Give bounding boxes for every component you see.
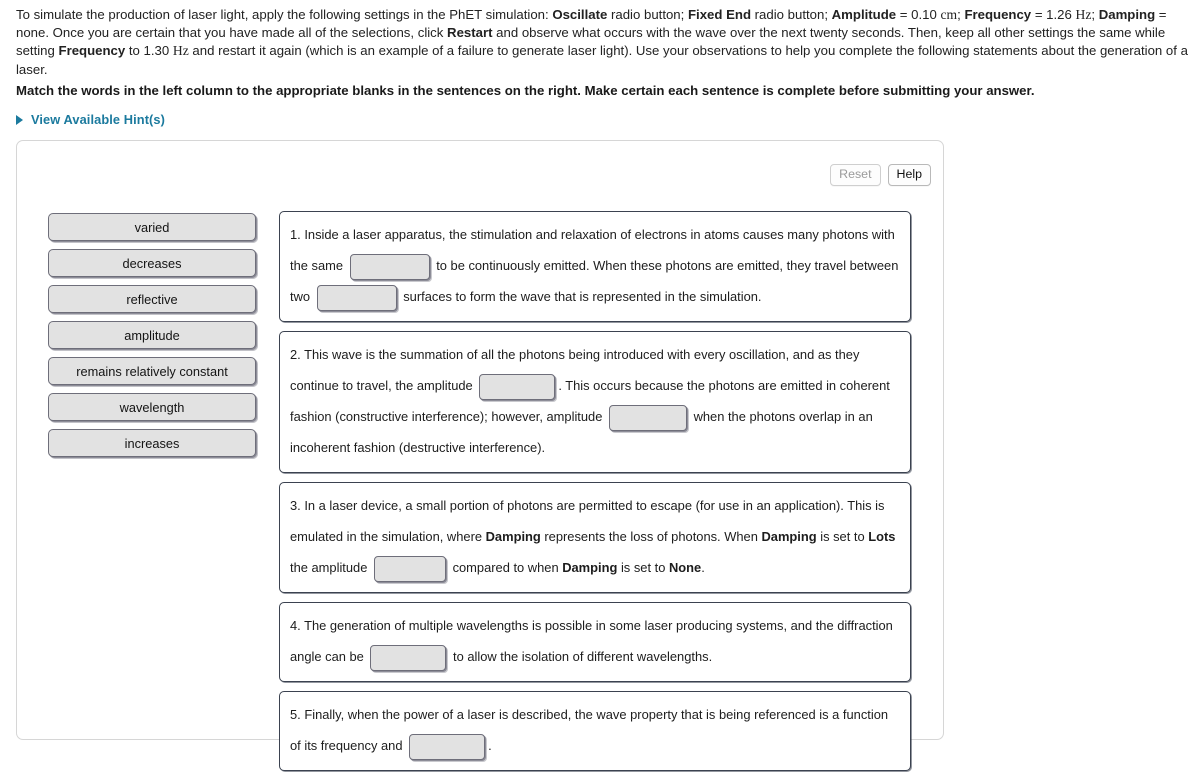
- sentence-5: 5. Finally, when the power of a laser is…: [279, 691, 911, 771]
- intro-bold-amplitude: Amplitude: [831, 7, 897, 22]
- sentence-1-text-3: surfaces to form the wave that is repres…: [399, 289, 762, 304]
- intro-text-2: radio button;: [607, 7, 688, 22]
- sentence-2: 2. This wave is the summation of all the…: [279, 331, 911, 473]
- intro-text-7: ;: [1091, 7, 1099, 22]
- intro-text-11: and restart it again (which is an exampl…: [16, 43, 1188, 77]
- word-bank-item-amplitude[interactable]: amplitude: [48, 321, 256, 349]
- sentence-1-blank-1[interactable]: [349, 253, 430, 280]
- sentence-4: 4. The generation of multiple wavelength…: [279, 602, 911, 682]
- intro-text-6: = 1.26: [1031, 7, 1076, 22]
- sentence-3: 3. In a laser device, a small portion of…: [279, 482, 911, 593]
- word-bank-item-increases[interactable]: increases: [48, 429, 256, 457]
- word-bank-item-label: reflective: [126, 291, 178, 307]
- panel-toolbar: Reset Help: [830, 164, 931, 186]
- sentence-2-blank-1[interactable]: [479, 373, 556, 400]
- match-instruction: Match the words in the left column to th…: [16, 83, 1035, 98]
- view-hints-label: View Available Hint(s): [31, 112, 165, 127]
- word-bank-item-remains-relatively-constant[interactable]: remains relatively constant: [48, 357, 256, 385]
- triangle-right-icon: [16, 114, 23, 125]
- intro-text-4: = 0.10: [896, 7, 941, 22]
- word-bank-item-label: decreases: [122, 255, 182, 271]
- sentence-3-text-4: the amplitude: [290, 560, 371, 575]
- word-bank-item-reflective[interactable]: reflective: [48, 285, 256, 313]
- intro-bold-restart: Restart: [447, 25, 493, 41]
- intro-text-1: To simulate the production of laser ligh…: [16, 7, 553, 22]
- question-intro: To simulate the production of laser ligh…: [16, 6, 1188, 79]
- sentence-3-bold-none: None: [668, 560, 702, 575]
- word-bank-item-label: wavelength: [119, 399, 185, 415]
- sentence-4-blank-1[interactable]: [370, 644, 447, 671]
- sentence-3-bold-lots: Lots: [868, 529, 896, 544]
- intro-text-3: radio button;: [751, 7, 832, 22]
- sentence-3-text-3: is set to: [816, 529, 869, 544]
- sentence-4-text-2: to allow the isolation of different wave…: [449, 649, 713, 664]
- word-bank-item-label: amplitude: [124, 327, 180, 343]
- sentence-3-text-6: is set to: [617, 560, 669, 575]
- intro-unit-hz-2: Hz: [172, 43, 189, 59]
- sentence-5-text-2: .: [488, 738, 492, 753]
- sentence-3-bold-damping-3: Damping: [562, 560, 618, 575]
- intro-bold-damping: Damping: [1098, 7, 1156, 22]
- sentence-1: 1. Inside a laser apparatus, the stimula…: [279, 211, 911, 322]
- sentence-1-blank-2[interactable]: [316, 284, 397, 311]
- word-bank-item-label: varied: [134, 219, 170, 235]
- sentence-3-bold-damping-2: Damping: [761, 529, 817, 544]
- intro-unit-cm: cm: [940, 7, 958, 22]
- sentence-3-blank-1[interactable]: [373, 555, 446, 582]
- intro-bold-frequency-2: Frequency: [58, 43, 126, 59]
- view-hints-link[interactable]: View Available Hint(s): [16, 112, 165, 127]
- sentence-3-bold-damping-1: Damping: [485, 529, 541, 544]
- intro-bold-fixed-end: Fixed End: [687, 7, 751, 22]
- word-bank-item-wavelength[interactable]: wavelength: [48, 393, 256, 421]
- intro-bold-oscillate: Oscillate: [552, 7, 608, 22]
- help-button[interactable]: Help: [887, 164, 931, 186]
- word-bank-item-varied[interactable]: varied: [48, 213, 256, 241]
- sentence-list: 1. Inside a laser apparatus, the stimula…: [279, 211, 911, 780]
- reset-button[interactable]: Reset: [830, 164, 881, 186]
- word-bank-item-label: increases: [124, 435, 180, 451]
- word-bank-item-decreases[interactable]: decreases: [48, 249, 256, 277]
- sentence-3-text-2: represents the loss of photons. When: [540, 529, 762, 544]
- sentence-3-text-5: compared to when: [448, 560, 563, 575]
- intro-text-10: to 1.30: [125, 43, 173, 59]
- intro-bold-frequency: Frequency: [964, 7, 1032, 22]
- sentence-2-blank-2[interactable]: [608, 404, 687, 431]
- sentence-5-blank-1[interactable]: [409, 733, 486, 760]
- answer-panel: Reset Help varied decreases reflective a…: [16, 140, 944, 771]
- word-bank-item-label: remains relatively constant: [76, 363, 228, 379]
- word-bank: varied decreases reflective amplitude re…: [48, 213, 256, 465]
- sentence-5-text-1: 5. Finally, when the power of a laser is…: [290, 707, 889, 753]
- intro-unit-hz-1: Hz: [1075, 7, 1092, 22]
- sentence-3-text-7: .: [701, 560, 705, 575]
